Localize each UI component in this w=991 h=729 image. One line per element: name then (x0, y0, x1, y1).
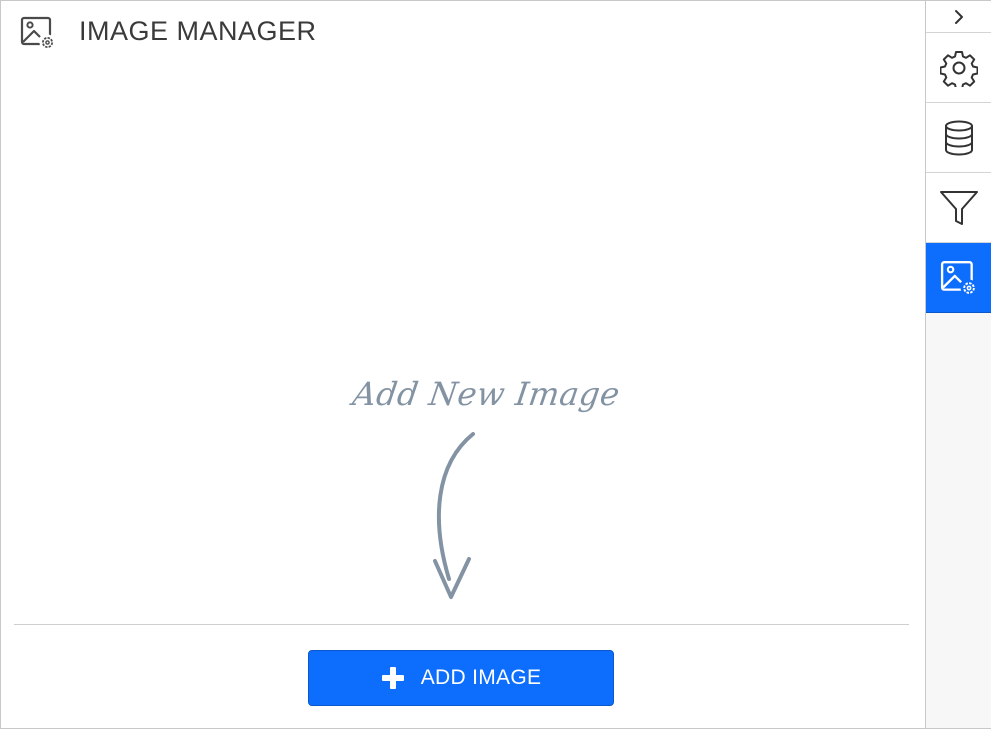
database-icon (944, 120, 973, 156)
footer-divider (14, 624, 909, 625)
gear-icon (939, 50, 978, 87)
chevron-right-icon (954, 9, 963, 24)
image-settings-icon (940, 260, 977, 296)
sidebar-item-image-manager[interactable] (926, 243, 991, 313)
sidebar-item-data[interactable] (926, 103, 991, 173)
sidebar-item-settings[interactable] (926, 33, 991, 103)
image-manager-panel: IMAGE MANAGER Add New Image ADD IMAGE (1, 1, 925, 728)
empty-state-hint: Add New Image (341, 369, 622, 609)
panel-header: IMAGE MANAGER (1, 1, 925, 63)
image-settings-icon (20, 15, 56, 51)
add-image-label: ADD IMAGE (420, 666, 542, 689)
app-window: IMAGE MANAGER Add New Image ADD IMAGE (0, 0, 991, 729)
sidebar-collapse-toggle[interactable] (926, 1, 991, 33)
page-title: IMAGE MANAGER (79, 16, 317, 46)
plus-icon (381, 666, 405, 690)
right-sidebar (925, 1, 991, 728)
hint-text: Add New Image (350, 375, 623, 413)
sidebar-item-filter[interactable] (926, 173, 991, 243)
filter-icon (939, 190, 978, 225)
add-image-button[interactable]: ADD IMAGE (308, 650, 614, 706)
curved-arrow-down-icon (433, 432, 475, 599)
